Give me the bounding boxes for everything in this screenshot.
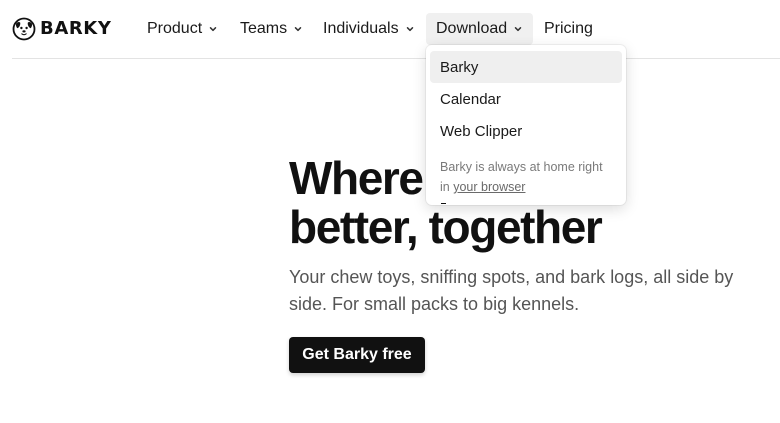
nav-item-label: Teams [240, 20, 288, 37]
nav-item-pricing[interactable]: Pricing [534, 13, 603, 45]
hero-subtitle: Your chew toys, sniffing spots, and bark… [289, 267, 734, 314]
hero-title-line-2: better, together [289, 201, 603, 253]
brand-name: BARKY [40, 18, 112, 39]
dog-face-icon [12, 17, 36, 41]
menu-item-label: Calendar [440, 90, 501, 108]
chevron-down-icon [514, 27, 522, 32]
menu-item-barky[interactable]: Barky [430, 51, 622, 83]
cta-label: Get Barky free [302, 346, 412, 363]
nav-item-label: Pricing [544, 20, 593, 37]
chevron-down-icon [294, 27, 302, 32]
nav-item-label: Product [147, 20, 203, 37]
chevron-down-icon [406, 27, 413, 32]
nav-item-label: Individuals [323, 20, 399, 37]
your-browser-link[interactable]: your browser [453, 180, 525, 194]
header-divider [12, 58, 780, 59]
nav-item-individuals[interactable]: Individuals [313, 13, 425, 45]
menu-item-calendar[interactable]: Calendar [430, 83, 622, 115]
chevron-down-icon [209, 27, 217, 32]
nav-item-product[interactable]: Product [137, 13, 228, 45]
nav-item-teams[interactable]: Teams [230, 13, 313, 45]
menu-item-label: Barky [440, 58, 479, 76]
nav-item-label: Download [436, 20, 508, 37]
dropdown-note: Barky is always at home right in your br… [440, 157, 612, 197]
download-dropdown-menu: Barky Calendar Web Clipper Barky is alwa… [426, 45, 626, 205]
brand-logo[interactable]: BARKY [12, 17, 112, 41]
get-barky-free-button[interactable]: Get Barky free [289, 337, 425, 373]
site-header: BARKY Product Teams Individuals Download… [0, 0, 780, 58]
menu-item-web-clipper[interactable]: Web Clipper [430, 115, 622, 147]
nav-item-download[interactable]: Download [426, 13, 534, 45]
text-cursor [441, 203, 446, 204]
menu-item-label: Web Clipper [440, 122, 523, 140]
